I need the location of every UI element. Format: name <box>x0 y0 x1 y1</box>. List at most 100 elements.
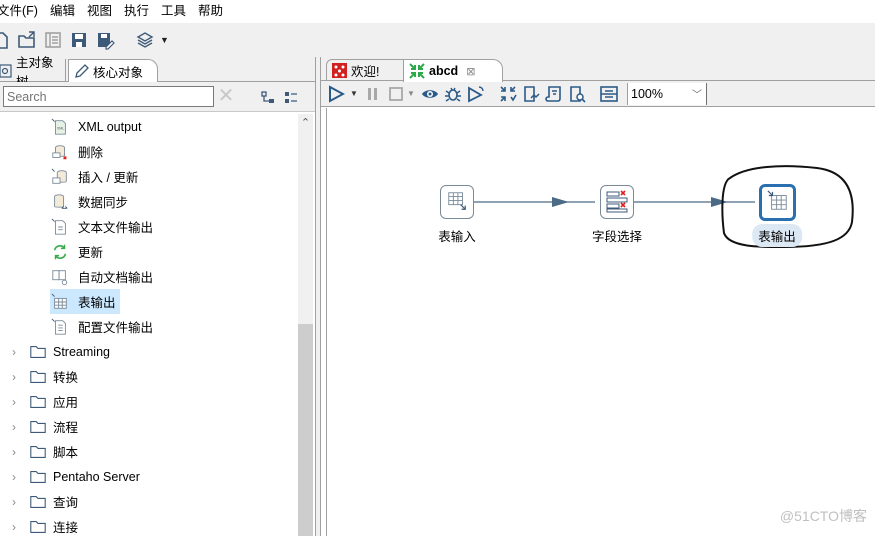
data-sync-icon <box>50 192 70 212</box>
tree-item-label: 表输出 <box>78 296 116 310</box>
editor-toolbar: ▼ ▼ 100% ﹀ <box>321 81 875 107</box>
layers-dropdown-arrow[interactable]: ▼ <box>160 35 169 45</box>
tree-item-properties-output[interactable]: 配置文件输出 <box>50 314 153 339</box>
folder-streaming[interactable]: › Streaming <box>4 339 110 364</box>
pencil-icon <box>74 64 89 79</box>
step-label: 表输出 <box>752 224 802 247</box>
tree-item-text-file-output[interactable]: 文本文件输出 <box>50 214 153 239</box>
menu-file[interactable]: 文件(F) <box>0 0 44 22</box>
close-tab-icon[interactable]: ⊠ <box>466 65 475 78</box>
hop-arrow-icon <box>711 197 728 207</box>
folder-flow[interactable]: › 流程 <box>4 414 78 439</box>
open-file-icon[interactable] <box>16 29 38 51</box>
table-output-icon <box>766 190 789 215</box>
run-icon[interactable] <box>327 84 345 103</box>
save-icon[interactable] <box>68 29 90 51</box>
left-panel: 主对象树 核心对象 ✕ XML XML output 删除 插入 / 更新 <box>0 56 316 536</box>
pause-icon[interactable] <box>364 85 382 103</box>
collapse-tree-icon[interactable] <box>283 90 299 106</box>
chevron-right-icon[interactable]: › <box>4 345 24 359</box>
menu-view[interactable]: 视图 <box>81 0 118 22</box>
welcome-icon <box>332 63 347 78</box>
chevron-right-icon[interactable]: › <box>4 420 24 434</box>
sql-script-icon[interactable] <box>545 85 563 103</box>
folder-application[interactable]: › 应用 <box>4 389 78 414</box>
folder-pentaho-server[interactable]: › Pentaho Server <box>4 464 140 489</box>
chevron-down-icon: ﹀ <box>692 90 702 101</box>
folder-transform[interactable]: › 转换 <box>4 364 78 389</box>
table-output-icon <box>50 292 70 312</box>
tree-item-update[interactable]: 更新 <box>50 239 103 264</box>
chevron-right-icon[interactable]: › <box>4 395 24 409</box>
folder-joins[interactable]: › 连接 <box>4 514 78 536</box>
tree-item-xml-output[interactable]: XML XML output <box>50 114 141 139</box>
menu-edit[interactable]: 编辑 <box>44 0 81 22</box>
menu-bar: 文件(F) 编辑 视图 执行 工具 帮助 <box>0 0 875 22</box>
tree-item-table-output[interactable]: 表输出 <box>50 289 120 314</box>
step-tree: XML XML output 删除 插入 / 更新 数据同步 文本文件输出 更新… <box>0 114 298 536</box>
replay-icon[interactable] <box>467 85 485 103</box>
folder-label: 转换 <box>53 371 79 385</box>
verify-icon[interactable] <box>499 85 517 103</box>
stop-dropdown-arrow[interactable]: ▼ <box>407 89 415 98</box>
text-file-output-icon <box>50 217 70 237</box>
chevron-right-icon[interactable]: › <box>4 495 24 509</box>
debug-bug-icon[interactable] <box>444 85 462 103</box>
stop-icon[interactable] <box>387 85 405 103</box>
step-label: 表输入 <box>438 230 476 244</box>
step-table-input[interactable] <box>440 185 474 219</box>
chevron-right-icon[interactable]: › <box>4 370 24 384</box>
left-tab-bar: 主对象树 核心对象 <box>0 56 315 89</box>
expand-tree-icon[interactable] <box>260 90 276 106</box>
chevron-right-icon[interactable]: › <box>4 445 24 459</box>
tab-label: abcd <box>429 64 459 78</box>
tree-item-auto-doc-output[interactable]: 自动文档输出 <box>50 264 153 289</box>
new-file-icon[interactable] <box>0 29 12 51</box>
tree-scrollbar[interactable]: ⌃ <box>298 114 313 536</box>
watermark: @51CTO博客 <box>779 508 867 524</box>
scroll-up-icon[interactable]: ⌃ <box>298 116 313 130</box>
scroll-thumb[interactable] <box>298 324 313 536</box>
zoom-select[interactable]: 100% ﹀ <box>627 82 707 105</box>
layers-icon[interactable] <box>134 29 156 51</box>
search-input[interactable] <box>3 86 214 107</box>
save-as-icon[interactable] <box>94 29 116 51</box>
auto-doc-output-icon <box>50 267 70 287</box>
tab-welcome[interactable]: 欢迎! <box>326 59 404 81</box>
svg-text:XML: XML <box>57 126 64 130</box>
properties-output-icon <box>50 317 70 337</box>
tree-item-data-sync[interactable]: 数据同步 <box>50 189 128 214</box>
tab-label: 核心对象 <box>93 66 144 80</box>
clear-search-icon[interactable]: ✕ <box>216 86 236 107</box>
folder-scripting[interactable]: › 脚本 <box>4 439 78 464</box>
select-values-icon <box>605 189 629 216</box>
chevron-right-icon[interactable]: › <box>4 470 24 484</box>
folder-icon <box>28 342 48 362</box>
folder-icon <box>28 467 48 487</box>
menu-run[interactable]: 执行 <box>118 0 155 22</box>
step-table-output[interactable] <box>759 184 796 221</box>
explore-db-icon[interactable] <box>568 85 586 103</box>
search-row: ✕ <box>0 82 315 112</box>
tree-item-insert-update[interactable]: 插入 / 更新 <box>50 164 138 189</box>
tree-search-icon <box>0 63 13 78</box>
tree-item-delete[interactable]: 删除 <box>50 139 103 164</box>
folder-icon <box>28 392 48 412</box>
transformation-canvas[interactable]: 表输入 字段选择 表输出 <box>326 108 875 536</box>
explore-repo-icon[interactable] <box>42 29 64 51</box>
folder-lookup[interactable]: › 查询 <box>4 489 78 514</box>
tab-abcd[interactable]: abcd ⊠ <box>403 59 503 82</box>
run-dropdown-arrow[interactable]: ▼ <box>350 89 358 98</box>
menu-help[interactable]: 帮助 <box>192 0 229 22</box>
menu-tools[interactable]: 工具 <box>155 0 192 22</box>
step-select-values[interactable] <box>600 185 634 219</box>
chevron-right-icon[interactable]: › <box>4 520 24 534</box>
tab-main-object-tree[interactable]: 主对象树 <box>0 56 66 89</box>
preview-eye-icon[interactable] <box>421 85 439 103</box>
tree-item-label: 数据同步 <box>78 196 129 210</box>
tab-core-objects[interactable]: 核心对象 <box>68 59 158 83</box>
impact-icon[interactable] <box>522 85 540 103</box>
zoom-value: 100% <box>631 86 663 101</box>
show-results-icon[interactable] <box>600 85 618 103</box>
folder-icon <box>28 442 48 462</box>
